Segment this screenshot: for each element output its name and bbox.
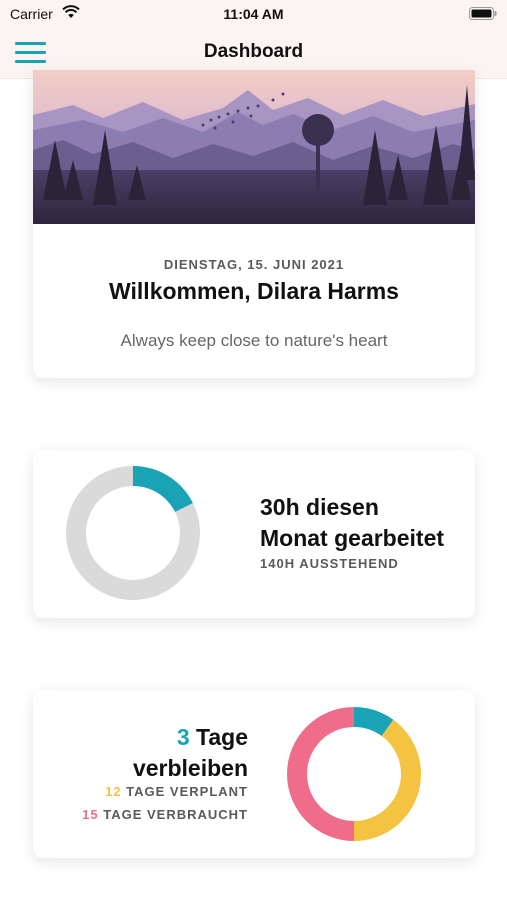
battery-icon [469,7,497,25]
quote-text: Always keep close to nature's heart [120,331,388,350]
days-remaining-title: 3 Tage verbleiben [133,722,248,784]
current-date: DIENSTAG, 15. JUNI 2021 [163,257,345,272]
mountain-landscape-image [33,70,475,224]
days-remaining-word: Tage [196,724,248,750]
days-remaining-line2: verbleiben [132,755,248,781]
days-planned-label: 12 TAGE VERPLANT [105,784,248,799]
vacation-days-card[interactable]: 3 Tage verbleiben 12 TAGE VERPLANT 15 TA… [33,690,475,858]
days-slice-verbraucht [287,707,354,841]
days-remaining-number: 3 [176,724,190,750]
page-title: Dashboard [203,41,304,62]
work-hours-card[interactable]: 30h diesen Monat gearbeitet 140H AUSSTEH… [33,450,475,618]
status-bar: Carrier 11:04 AM [0,0,507,28]
work-hours-title-line1: 30h diesen [260,494,379,520]
pending-hours-label: 140H AUSSTEHEND [260,556,399,571]
welcome-heading: Willkommen, Dilara Harms [109,278,399,304]
work-slice-gearbeitet [133,466,193,513]
days-used-number: 15 [82,807,99,822]
days-donut-chart [287,707,421,841]
work-hours-donut-chart [66,466,200,600]
work-hours-title-line2: Monat gearbeitet [260,525,445,551]
clock-time: 11:04 AM [223,6,284,22]
days-planned-number: 12 [105,784,122,799]
days-slice-verplant [354,719,421,841]
work-hours-title: 30h diesen Monat gearbeitet [260,492,444,554]
days-used-label: 15 TAGE VERBRAUCHT [82,807,248,822]
welcome-card: DIENSTAG, 15. JUNI 2021 Willkommen, Dila… [33,70,475,378]
